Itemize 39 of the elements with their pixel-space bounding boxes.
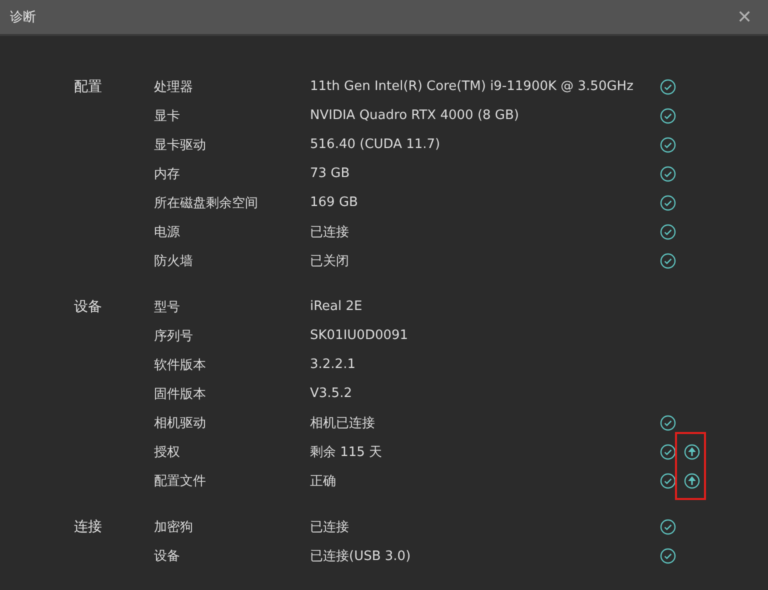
- property-name: 电源: [154, 224, 181, 240]
- property-name: 显卡: [154, 108, 181, 124]
- section-label: 连接: [74, 518, 103, 536]
- property-value: NVIDIA Quadro RTX 4000 (8 GB): [310, 108, 520, 123]
- property-name: 型号: [154, 298, 181, 316]
- property-name: 相机驱动: [154, 414, 207, 432]
- property-value: SK01IU0D0091: [310, 328, 410, 343]
- property-value: 516.40 (CUDA 11.7): [310, 137, 442, 152]
- property-value: 73 GB: [310, 166, 351, 181]
- property-value: 剩余 115 天: [310, 444, 384, 460]
- property-name: 固件版本: [154, 386, 207, 402]
- property-value: 3.2.2.1: [310, 357, 356, 372]
- property-name: 软件版本: [154, 356, 207, 374]
- property-value: 已连接: [310, 518, 350, 536]
- property-name: 授权: [154, 444, 181, 460]
- property-value: 相机已连接: [310, 414, 376, 432]
- upload-icon[interactable]: [684, 472, 700, 488]
- property-name: 加密狗: [154, 518, 194, 536]
- property-value: V3.5.2: [310, 386, 353, 401]
- property-value: 已连接: [310, 224, 350, 240]
- close-button[interactable]: ✕: [733, 8, 756, 26]
- property-value: 已关闭: [310, 252, 350, 270]
- property-name: 设备: [154, 548, 181, 564]
- window-title: 诊断: [10, 9, 36, 26]
- property-value: 11th Gen Intel(R) Core(TM) i9-11900K @ 3.50GHz: [310, 79, 634, 94]
- section-label: 设备: [74, 298, 103, 316]
- property-name: 所在磁盘剩余空间: [154, 194, 259, 212]
- property-name: 防火墙: [154, 252, 194, 270]
- property-name: 内存: [154, 166, 181, 182]
- upload-icon[interactable]: [684, 444, 700, 460]
- property-value: 正确: [310, 472, 337, 490]
- property-name: 显卡驱动: [154, 136, 207, 154]
- property-name: 序列号: [154, 328, 194, 344]
- property-value: 169 GB: [310, 195, 359, 210]
- section-label: 配置: [74, 78, 103, 96]
- property-name: 配置文件: [154, 472, 207, 490]
- property-name: 处理器: [154, 78, 194, 96]
- property-value: 已连接(USB 3.0): [310, 548, 412, 564]
- property-value: iReal 2E: [310, 299, 364, 314]
